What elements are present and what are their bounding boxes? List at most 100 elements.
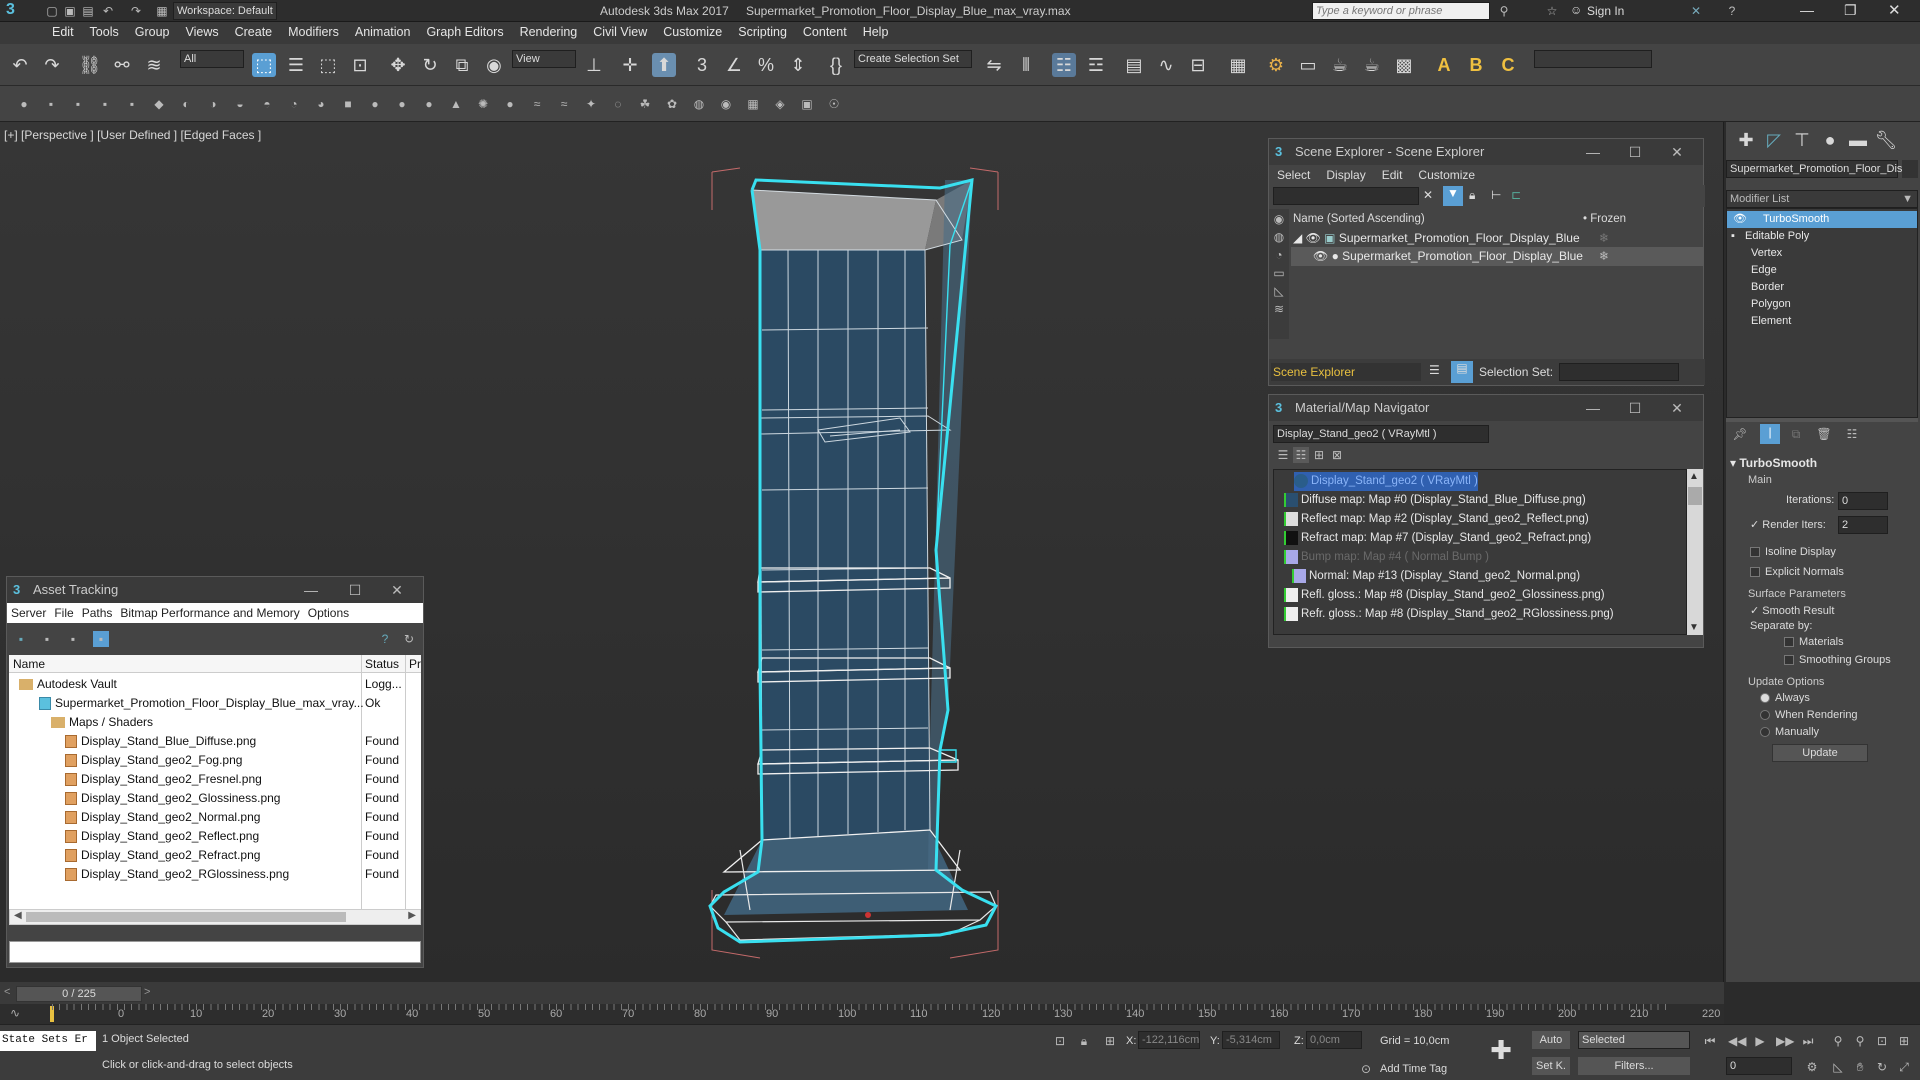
view-list-icons-icon[interactable]: ☷ — [1293, 447, 1309, 463]
modifier-toggle-eye-icon[interactable]: 👁︎ — [1733, 211, 1747, 228]
display-cameras-icon[interactable]: ◺ — [1271, 283, 1287, 299]
scene-menu-customize[interactable]: Customize — [1418, 168, 1475, 182]
view-small-icons-icon[interactable]: ⊞ — [1311, 447, 1327, 463]
ribbon-tool-15-icon[interactable]: ● — [394, 96, 410, 112]
selection-filter-dropdown[interactable]: All — [180, 50, 244, 68]
align-icon[interactable]: ⫴ — [1014, 53, 1038, 77]
auto-key-button[interactable]: Auto — [1532, 1031, 1570, 1049]
window-crossing-icon[interactable]: ⊡ — [348, 53, 372, 77]
minimize-button[interactable]: — — [1579, 395, 1607, 421]
scale-icon[interactable]: ⧉ — [450, 53, 474, 77]
display-none-icon[interactable]: ◉ — [1271, 211, 1287, 227]
key-filter-dropdown[interactable]: Selected — [1578, 1031, 1690, 1049]
absolute-mode-icon[interactable]: ⊞ — [1102, 1033, 1118, 1049]
new-file-icon[interactable]: ▢ — [44, 3, 60, 19]
menu-rendering[interactable]: Rendering — [512, 22, 586, 39]
ribbon-tool-16-icon[interactable]: ● — [421, 96, 437, 112]
asset-row[interactable]: Display_Stand_geo2_Fog.png Found — [9, 751, 421, 770]
ribbon-tool-13-icon[interactable]: ■ — [340, 96, 356, 112]
curve-editor-mini-icon[interactable]: ∿ — [10, 1006, 20, 1020]
zoom-extents-icon[interactable]: ⊡ — [1874, 1033, 1890, 1049]
asset-menu-server[interactable]: Server — [11, 606, 46, 620]
undo-icon[interactable]: ↶ — [8, 53, 32, 77]
pivot-icon[interactable]: ⊥ — [582, 53, 606, 77]
render-activeshade-icon[interactable]: ▩ — [1392, 53, 1416, 77]
modify-tab-icon[interactable]: ◸ — [1762, 128, 1786, 152]
ribbon-tool-28-icon[interactable]: ▦ — [745, 96, 761, 112]
display-stand-model[interactable] — [700, 150, 1000, 980]
save-icon[interactable]: ▤ — [80, 3, 96, 19]
curve-editor-icon[interactable]: ∿ — [1154, 53, 1178, 77]
ribbon-tool-10-icon[interactable]: ◓ — [259, 96, 275, 112]
viewport-menu-plus[interactable]: [+] — [4, 128, 18, 142]
checkin-icon[interactable]: ▪ — [65, 631, 81, 647]
smooth-result-checkbox[interactable]: ✓ Smooth Result — [1750, 604, 1834, 617]
menu-animation[interactable]: Animation — [347, 22, 419, 39]
scene-explorer-icon[interactable]: ☷ — [1052, 53, 1076, 77]
current-frame-field[interactable]: 0 — [1726, 1057, 1792, 1075]
always-radio[interactable]: Always — [1760, 692, 1810, 704]
display-tab-icon[interactable]: ▬ — [1846, 128, 1870, 152]
move-icon[interactable]: ✥ — [386, 53, 410, 77]
asset-row[interactable]: Display_Stand_geo2_Glossiness.png Found — [9, 789, 421, 808]
maximize-button[interactable]: ☐ — [1621, 139, 1649, 165]
lock-icon[interactable]: 🔒︎ — [1469, 188, 1475, 203]
orbit-icon[interactable]: ↻ — [1874, 1059, 1890, 1075]
menu-graph-editors[interactable]: Graph Editors — [418, 22, 511, 39]
maximize-button[interactable]: ☐ — [1621, 395, 1649, 421]
expand-icon[interactable]: ◢ — [1293, 231, 1302, 245]
material-map-item[interactable]: Refract map: Map #7 (Display_Stand_geo2_… — [1284, 529, 1591, 548]
object-color-swatch[interactable] — [1902, 160, 1918, 178]
render-setup-icon[interactable]: ⚙ — [1264, 53, 1288, 77]
ribbon-tool-8-icon[interactable]: ◑ — [205, 96, 221, 112]
close-button[interactable]: ✕ — [1663, 395, 1691, 421]
smoothing-groups-checkbox[interactable]: Smoothing Groups — [1784, 654, 1891, 666]
project-icon[interactable]: ▦ — [154, 3, 170, 19]
fov-icon[interactable]: ◺ — [1830, 1059, 1846, 1075]
explicit-normals-checkbox[interactable]: Explicit Normals — [1750, 566, 1844, 578]
vray-a-icon[interactable]: A — [1432, 53, 1456, 77]
ribbon-tool-17-icon[interactable]: ▲ — [448, 96, 464, 112]
asset-row[interactable]: Display_Stand_geo2_RGlossiness.png Found — [9, 865, 421, 884]
scene-explorer-titlebar[interactable]: 3 Scene Explorer - Scene Explorer — ☐ ✕ — [1269, 139, 1703, 165]
subobject-border[interactable]: Border — [1727, 279, 1917, 296]
asset-menu-file[interactable]: File — [54, 606, 73, 620]
asset-row[interactable]: Display_Stand_geo2_Refract.png Found — [9, 846, 421, 865]
when-rendering-radio[interactable]: When Rendering — [1760, 709, 1858, 721]
layers-icon[interactable]: ☰ — [1429, 363, 1440, 377]
minimize-button[interactable]: — — [297, 577, 325, 603]
asset-path-field[interactable] — [9, 941, 421, 963]
object-name-field[interactable]: Supermarket_Promotion_Floor_Disp — [1726, 160, 1909, 178]
menu-content[interactable]: Content — [795, 22, 855, 39]
help-icon[interactable]: ? — [1724, 3, 1740, 19]
scene-icon[interactable]: ▤ — [1451, 361, 1473, 383]
view-large-icons-icon[interactable]: ⊠ — [1329, 447, 1345, 463]
motion-tab-icon[interactable]: ● — [1818, 128, 1842, 152]
render-iters-checkbox[interactable]: ✓ Render Iters: — [1750, 518, 1826, 531]
asset-list-hscrollbar[interactable]: ◀ ▶ — [9, 909, 421, 925]
time-config-icon[interactable]: ⚙ — [1804, 1059, 1820, 1075]
subobject-edge[interactable]: Edge — [1727, 262, 1917, 279]
key-filters-button[interactable]: Filters... — [1578, 1057, 1690, 1075]
time-slider[interactable]: < 0 / 225 > — [0, 986, 1724, 1002]
pan-icon[interactable]: ✋︎ — [1852, 1059, 1868, 1075]
minimize-button[interactable]: — — [1579, 139, 1607, 165]
ribbon-tool-27-icon[interactable]: ◉ — [718, 96, 734, 112]
rect-selection-icon[interactable]: ⬚ — [316, 53, 340, 77]
show-end-result-icon[interactable]: | — [1760, 424, 1780, 444]
x-coordinate-field[interactable]: -122,116cm — [1138, 1031, 1200, 1049]
y-coordinate-field[interactable]: -5,314cm — [1222, 1031, 1280, 1049]
ribbon-tool-11-icon[interactable]: ◔ — [286, 96, 302, 112]
viewport-shading-label[interactable]: [User Defined ] — [97, 128, 177, 142]
scene-menu-edit[interactable]: Edit — [1382, 168, 1403, 182]
material-editor-icon[interactable]: ▦ — [1226, 53, 1250, 77]
rendered-frame-icon[interactable]: ▭ — [1296, 53, 1320, 77]
app-logo-icon[interactable]: 3 — [6, 1, 32, 21]
ribbon-tool-1-icon[interactable]: ● — [16, 96, 32, 112]
material-map-item[interactable]: Diffuse map: Map #0 (Display_Stand_Blue_… — [1284, 491, 1586, 510]
ribbon-tool-22-icon[interactable]: ✦ — [583, 96, 599, 112]
scene-search-field[interactable] — [1273, 187, 1419, 205]
menu-views[interactable]: Views — [177, 22, 226, 39]
subobject-polygon[interactable]: Polygon — [1727, 296, 1917, 313]
asset-row[interactable]: Display_Stand_Blue_Diffuse.png Found — [9, 732, 421, 751]
